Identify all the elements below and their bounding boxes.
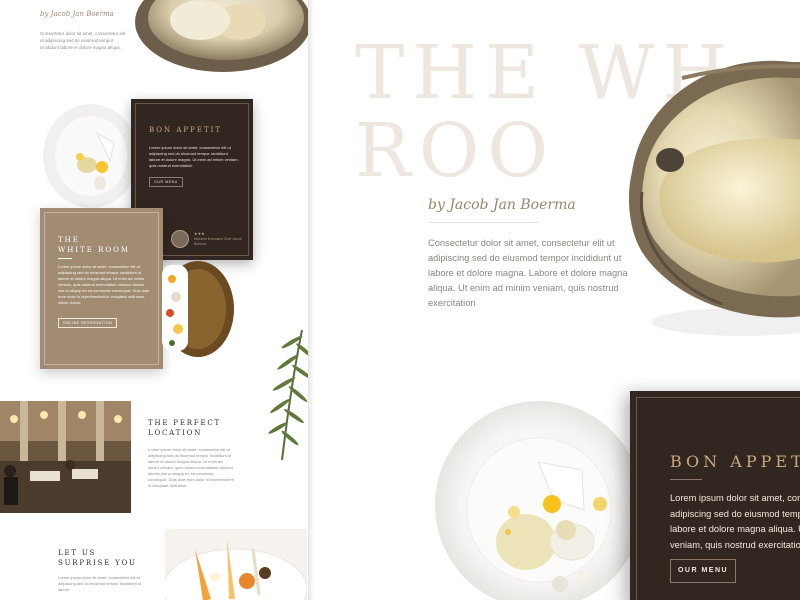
rosemary-sprig-image [268, 330, 308, 460]
text-line: adipiscing sed do eiusmod tempor incidid… [670, 508, 800, 519]
text-line: labore et dolore magna aliqua. Ut enim a… [670, 524, 800, 534]
rating-stars: ★★★ [194, 231, 205, 236]
divider [429, 222, 539, 223]
plate-image [43, 104, 139, 208]
title-line: SURPRISE YOU [58, 559, 137, 567]
hero-paragraph: Consectetur dolor sit amet, consectetur … [428, 238, 628, 308]
mini-our-menu-button[interactable]: OUR MENU [149, 177, 183, 187]
oyster-image [135, 0, 308, 72]
mini-white-room-title: THE WHITE ROOM [58, 235, 130, 255]
chef-avatar [171, 230, 189, 248]
title-line: THE [58, 236, 80, 244]
location-title: THE PERFECT LOCATION [148, 418, 221, 438]
title-line: LOCATION [148, 429, 203, 437]
page-overview-panel: by Jacob Jan Boerma Consectetur dolor si… [0, 0, 308, 600]
text-line: veniam, quis nostrud exercitation [670, 539, 800, 550]
mini-white-room-card: THE WHITE ROOM Lorem ipsum dolor sit ame… [40, 208, 163, 369]
mini-byline: by Jacob Jan Boerma [40, 10, 114, 18]
oyster-hero-image [629, 60, 800, 336]
our-menu-button[interactable]: OUR MENU [670, 559, 736, 583]
surprise-title: LET US SURPRISE YOU [58, 548, 137, 568]
mini-bon-appetit-title: BON APPETIT [149, 126, 223, 134]
panel-divider [308, 0, 314, 600]
online-reservation-button[interactable]: ONLINE RESERVATION [58, 318, 118, 328]
hero-byline: by Jacob Jan Boerma [428, 197, 576, 213]
dish-image [162, 261, 234, 357]
bon-appetit-title: BON APPETIT [670, 452, 800, 471]
mini-intro-text: Consectetur dolor sit amet, consectetur … [40, 31, 126, 50]
title-line: LET US [58, 549, 97, 557]
bon-appetit-card: BON APPETIT Lorem ipsum dolor sit amet, … [630, 391, 800, 600]
mini-bon-appetit-text: Lorem ipsum dolor sit amet, consectetur … [149, 145, 239, 168]
text-line: Lorem ipsum dolor sit amet, consectetur … [670, 493, 800, 503]
divider [58, 258, 72, 259]
plate-hero-image [435, 401, 643, 600]
restaurant-interior-image [0, 401, 131, 513]
title-line: THE PERFECT [148, 419, 221, 427]
chef-caption: Michelin Executive Chef Jacob Boerma [194, 237, 242, 246]
title-line: WHITE ROOM [58, 246, 130, 254]
surprise-text: Lorem ipsum dolor sit amet, consectetur … [58, 575, 142, 592]
mini-white-room-text: Lorem ipsum dolor sit amet, consectetur … [58, 264, 150, 305]
location-text: Lorem ipsum dolor sit amet, consectetur … [148, 447, 234, 488]
bon-appetit-text: Lorem ipsum dolor sit amet, consectetur … [670, 491, 800, 553]
divider [670, 479, 702, 480]
dessert-image [165, 529, 307, 600]
